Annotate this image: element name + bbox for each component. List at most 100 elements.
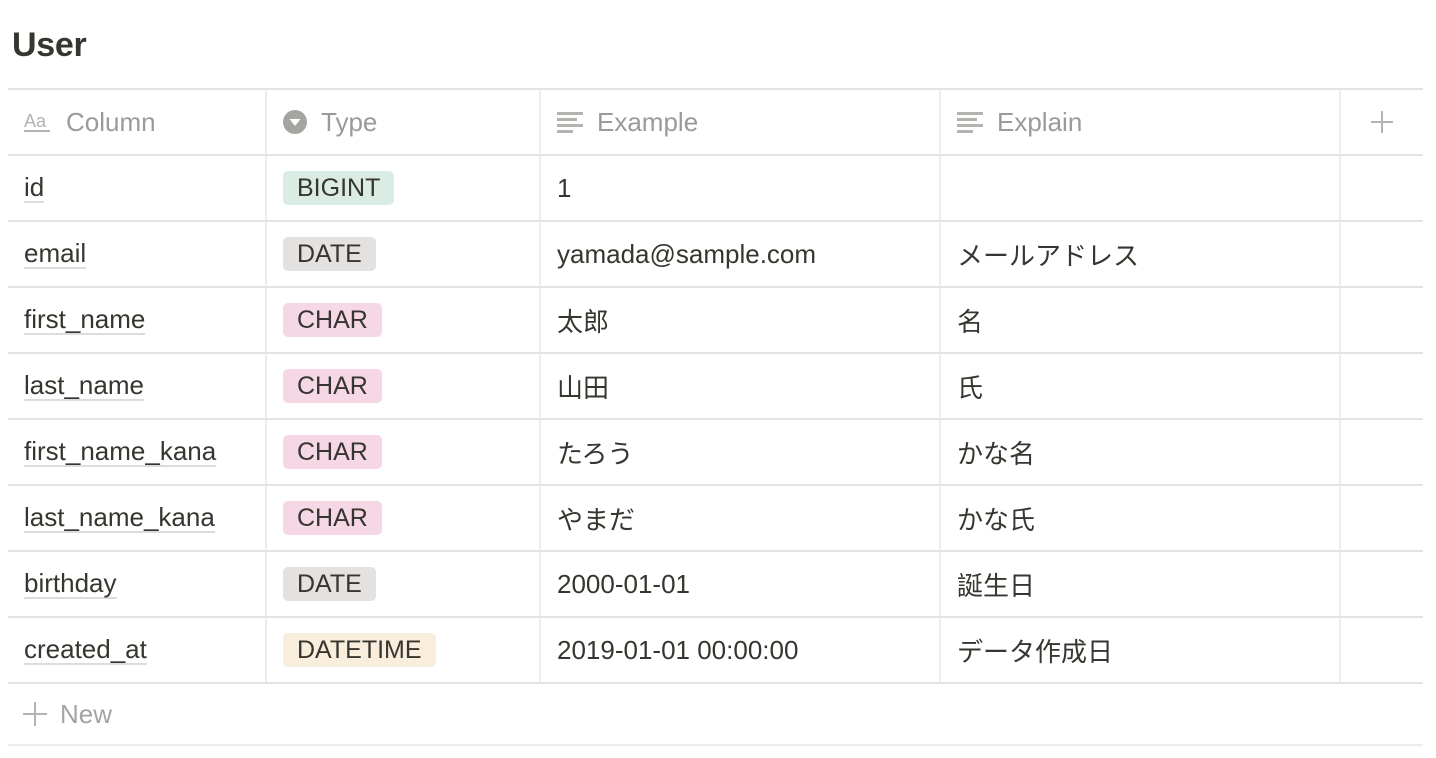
cell-column-name[interactable]: last_name_kana [8,486,267,550]
cell-type[interactable]: CHAR [267,288,541,352]
explain-text: メールアドレス [957,240,1140,271]
example-text: 太郎 [557,306,610,337]
explain-text: 名 [957,306,984,337]
table-row[interactable]: birthday DATE 2000-01-01 誕生日 [8,552,1423,618]
column-header-label: Explain [997,106,1083,137]
cell-example[interactable]: 2000-01-01 [541,552,941,616]
column-header-label: Type [321,106,378,137]
text-property-icon [557,111,583,133]
type-badge: CHAR [283,435,382,469]
explain-text: 氏 [957,372,984,403]
plus-icon [1370,110,1394,134]
table-row[interactable]: first_name_kana CHAR たろう かな名 [8,420,1423,486]
table-row[interactable]: id BIGINT 1 [8,156,1423,222]
column-name-text[interactable]: last_name [24,371,144,401]
type-badge: CHAR [283,501,382,535]
type-badge: CHAR [283,369,382,403]
example-text: 2000-01-01 [557,568,690,599]
cell-column-name[interactable]: first_name [8,288,267,352]
cell-empty [1341,222,1423,286]
page-title: User [12,26,87,64]
svg-text:Aa: Aa [24,111,47,131]
title-property-icon: Aa [24,110,52,134]
cell-example[interactable]: 山田 [541,354,941,418]
cell-type[interactable]: BIGINT [267,156,541,220]
cell-explain[interactable]: かな氏 [941,486,1341,550]
new-row-label: New [60,698,113,729]
cell-type[interactable]: DATE [267,552,541,616]
column-header-column[interactable]: Aa Column [8,90,267,154]
cell-example[interactable]: 2019-01-01 00:00:00 [541,618,941,682]
column-header-label: Column [66,106,156,137]
add-new-row-button[interactable]: New [8,684,1423,746]
add-column-button[interactable] [1341,90,1423,154]
type-badge: DATE [283,567,376,601]
example-text: 1 [557,172,572,203]
cell-example[interactable]: やまだ [541,486,941,550]
cell-example[interactable]: 太郎 [541,288,941,352]
cell-explain[interactable]: 氏 [941,354,1341,418]
explain-text: データ作成日 [957,636,1114,667]
column-name-text[interactable]: id [24,173,45,203]
type-badge: DATE [283,237,376,271]
cell-explain[interactable]: データ作成日 [941,618,1341,682]
cell-column-name[interactable]: created_at [8,618,267,682]
column-name-text[interactable]: first_name_kana [24,437,217,467]
cell-empty [1341,486,1423,550]
cell-empty [1341,552,1423,616]
select-property-icon [283,110,307,134]
cell-column-name[interactable]: birthday [8,552,267,616]
cell-column-name[interactable]: last_name [8,354,267,418]
table-header: Aa Column Type Example Explain [8,90,1423,156]
explain-text: 誕生日 [957,570,1036,601]
cell-example[interactable]: たろう [541,420,941,484]
column-header-explain[interactable]: Explain [941,90,1341,154]
type-badge: CHAR [283,303,382,337]
table-row[interactable]: first_name CHAR 太郎 名 [8,288,1423,354]
cell-type[interactable]: CHAR [267,420,541,484]
column-name-text[interactable]: birthday [24,569,117,599]
table-row[interactable]: created_at DATETIME 2019-01-01 00:00:00 … [8,618,1423,684]
column-header-type[interactable]: Type [267,90,541,154]
cell-type[interactable]: DATE [267,222,541,286]
cell-example[interactable]: yamada@sample.com [541,222,941,286]
table-row[interactable]: last_name_kana CHAR やまだ かな氏 [8,486,1423,552]
column-header-label: Example [597,106,699,137]
column-header-example[interactable]: Example [541,90,941,154]
example-text: たろう [557,438,634,469]
column-name-text[interactable]: first_name [24,305,146,335]
table-body: id BIGINT 1 email DATE yamada@sample.com… [8,156,1423,684]
example-text: やまだ [557,504,636,535]
example-text: yamada@sample.com [557,238,817,269]
plus-icon [22,701,48,727]
cell-column-name[interactable]: id [8,156,267,220]
column-name-text[interactable]: email [24,239,87,269]
cell-explain[interactable]: メールアドレス [941,222,1341,286]
cell-column-name[interactable]: first_name_kana [8,420,267,484]
column-name-text[interactable]: last_name_kana [24,503,215,533]
cell-empty [1341,156,1423,220]
table-row[interactable]: last_name CHAR 山田 氏 [8,354,1423,420]
type-badge: DATETIME [283,633,436,667]
column-name-text[interactable]: created_at [24,635,147,665]
table-row[interactable]: email DATE yamada@sample.com メールアドレス [8,222,1423,288]
cell-type[interactable]: CHAR [267,486,541,550]
type-badge: BIGINT [283,171,395,205]
explain-text: かな名 [957,438,1036,469]
cell-explain[interactable]: かな名 [941,420,1341,484]
explain-text: かな氏 [957,504,1036,535]
example-text: 2019-01-01 00:00:00 [557,634,799,665]
cell-explain[interactable]: 誕生日 [941,552,1341,616]
example-text: 山田 [557,372,610,403]
text-property-icon [957,111,983,133]
cell-column-name[interactable]: email [8,222,267,286]
cell-empty [1341,420,1423,484]
cell-type[interactable]: CHAR [267,354,541,418]
cell-type[interactable]: DATETIME [267,618,541,682]
cell-explain[interactable]: 名 [941,288,1341,352]
cell-empty [1341,618,1423,682]
cell-empty [1341,288,1423,352]
cell-example[interactable]: 1 [541,156,941,220]
cell-explain[interactable] [941,156,1341,220]
cell-empty [1341,354,1423,418]
